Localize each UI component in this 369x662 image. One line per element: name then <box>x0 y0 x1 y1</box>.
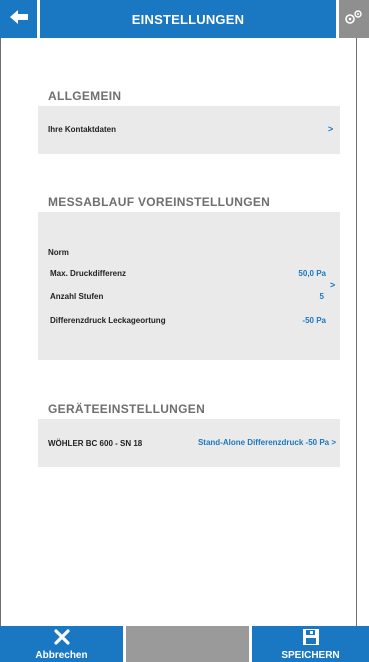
section-title-geraete: GERÄTEEINSTELLUNGEN <box>48 402 206 416</box>
page-title: EINSTELLUNGEN <box>40 0 336 38</box>
save-button[interactable]: SPEICHERN <box>252 626 369 662</box>
settings-button[interactable] <box>339 0 369 38</box>
gears-icon <box>344 9 364 30</box>
contact-data-row[interactable]: Ihre Kontaktdaten > <box>38 106 340 154</box>
cancel-button[interactable]: Abbrechen <box>0 626 123 662</box>
measurement-presets-card[interactable]: Norm Max. Druckdifferenz 50,0 Pa Anzahl … <box>38 212 340 360</box>
steps-count-label: Anzahl Stufen <box>50 292 104 301</box>
leak-detection-diff-label: Differenzdruck Leckageortung <box>50 316 166 325</box>
frame-border-right <box>356 38 357 626</box>
max-pressure-diff-value: 50,0 Pa <box>298 269 326 278</box>
frame-border-left <box>0 38 1 626</box>
back-button[interactable] <box>0 0 37 38</box>
device-name: WÖHLER BC 600 - SN 18 <box>48 439 143 448</box>
bottom-bar: Abbrechen SPEICHERN <box>0 626 369 662</box>
norm-label: Norm <box>48 248 69 257</box>
save-label: SPEICHERN <box>281 650 340 661</box>
section-title-messablauf: MESSABLAUF VOREINSTELLUNGEN <box>48 195 271 209</box>
cancel-label: Abbrechen <box>35 650 88 661</box>
device-mode-value: Stand-Alone Differenzdruck -50 Pa > <box>197 438 336 447</box>
close-icon <box>53 628 71 651</box>
device-settings-row[interactable]: WÖHLER BC 600 - SN 18 Stand-Alone Differ… <box>38 419 340 467</box>
empty-button <box>126 626 249 662</box>
max-pressure-diff-label: Max. Druckdifferenz <box>50 269 127 278</box>
leak-detection-diff-value: -50 Pa <box>302 316 326 325</box>
floppy-disk-icon <box>302 628 320 651</box>
back-arrow-icon <box>9 9 29 30</box>
chevron-right-icon: > <box>328 124 334 134</box>
section-title-allgemein: ALLGEMEIN <box>48 89 122 103</box>
top-bar: EINSTELLUNGEN <box>0 0 369 38</box>
chevron-right-icon: > <box>330 280 336 290</box>
contact-data-label: Ihre Kontaktdaten <box>48 125 117 134</box>
steps-count-value: 5 <box>319 292 324 301</box>
